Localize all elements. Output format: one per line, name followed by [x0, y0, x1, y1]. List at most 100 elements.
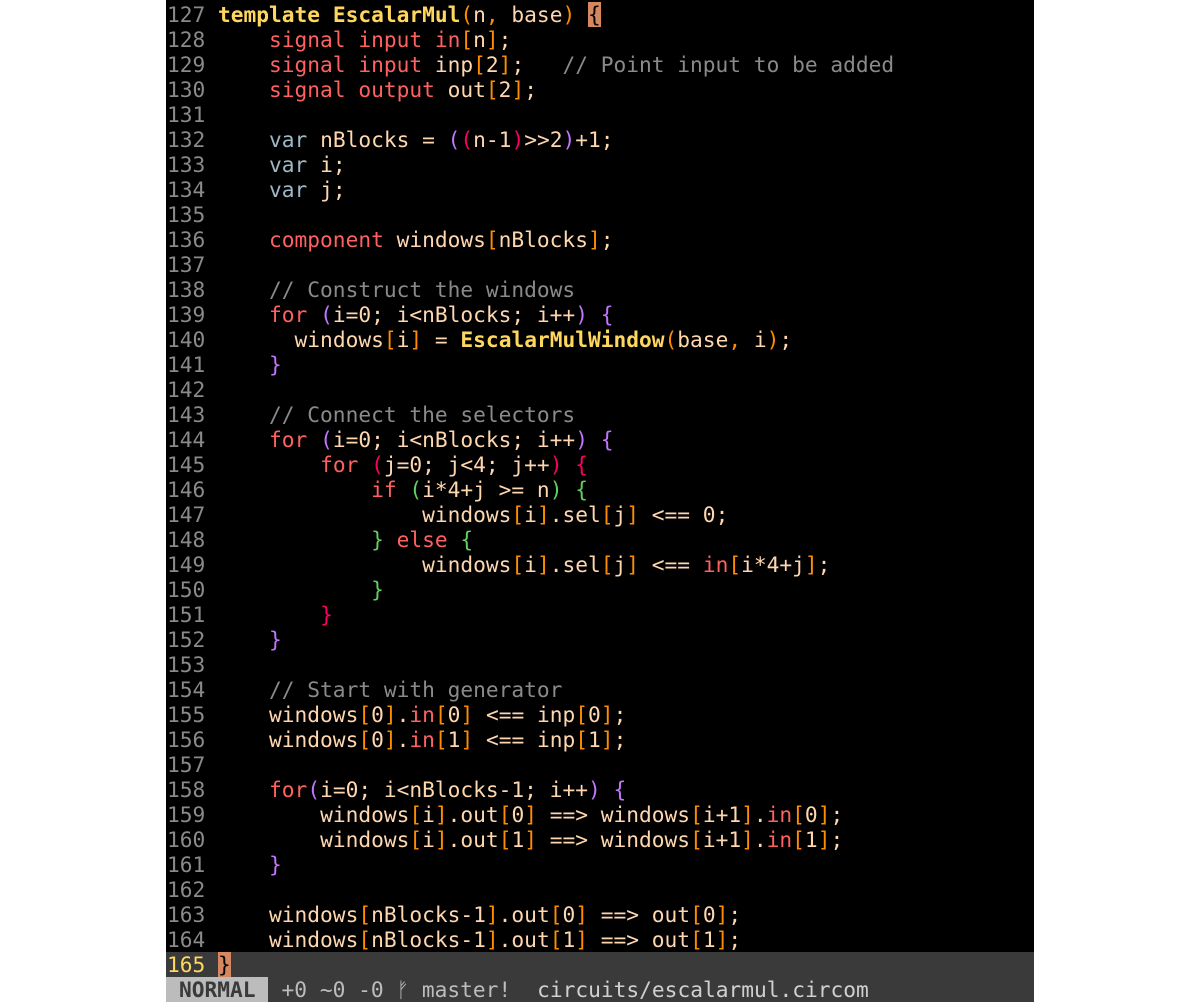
code-line[interactable]: 153	[166, 652, 1034, 677]
code-line[interactable]: 131	[166, 102, 1034, 127]
code-text: var nBlocks = ((n-1)>>2)+1;	[218, 127, 614, 152]
code-token: var	[269, 152, 321, 177]
code-line[interactable]: 162	[166, 877, 1034, 902]
code-line[interactable]: 132 var nBlocks = ((n-1)>>2)+1;	[166, 127, 1034, 152]
code-token: ;	[830, 802, 844, 827]
code-line[interactable]: 151 }	[166, 602, 1034, 627]
code-token: ]	[536, 552, 550, 577]
code-text: for (i=0; i<nBlocks; i++) {	[218, 302, 613, 327]
code-line[interactable]: 128 signal input in[n];	[166, 27, 1034, 52]
code-line[interactable]: 164 windows[nBlocks-1].out[1] ==> out[1]…	[166, 927, 1034, 952]
code-line[interactable]: 146 if (i*4+j >= n) {	[166, 477, 1034, 502]
code-token: )	[575, 427, 588, 452]
code-text: component windows[nBlocks];	[218, 227, 613, 252]
code-token: ;	[600, 227, 614, 252]
code-line[interactable]: 143 // Connect the selectors	[166, 402, 1034, 427]
code-token: [	[473, 52, 486, 77]
code-token: [	[485, 227, 499, 252]
code-token: }	[320, 602, 333, 627]
code-line[interactable]: 147 windows[i].sel[j] <== 0;	[166, 502, 1034, 527]
code-token: [	[549, 927, 563, 952]
code-token: n-1	[473, 127, 512, 152]
code-line[interactable]: 145 for (j=0; j<4; j++) {	[166, 452, 1034, 477]
code-line[interactable]: 158 for(i=0; i<nBlocks-1; i++) {	[166, 777, 1034, 802]
code-token: windows	[320, 827, 410, 852]
code-line[interactable]: 165}	[166, 952, 1034, 977]
code-token: for	[269, 302, 321, 327]
code-line[interactable]: 138 // Construct the windows	[166, 277, 1034, 302]
line-number: 127	[167, 2, 206, 27]
code-line[interactable]: 140 windows[i] = EscalarMulWindow(base, …	[166, 327, 1034, 352]
code-text: for (i=0; i<nBlocks; i++) {	[218, 427, 613, 452]
code-line[interactable]: 136 component windows[nBlocks];	[166, 227, 1034, 252]
code-line[interactable]: 135	[166, 202, 1034, 227]
code-line[interactable]: 157	[166, 752, 1034, 777]
code-line[interactable]: 139 for (i=0; i<nBlocks; i++) {	[166, 302, 1034, 327]
code-line[interactable]: 141 }	[166, 352, 1034, 377]
code-line[interactable]: 130 signal output out[2];	[166, 77, 1034, 102]
code-token: .out	[447, 827, 499, 852]
code-token: 0	[702, 902, 716, 927]
code-line[interactable]: 160 windows[i].out[1] ==> windows[i+1].i…	[166, 827, 1034, 852]
code-token: [	[690, 927, 703, 952]
code-token: (	[460, 127, 474, 152]
code-line[interactable]: 144 for (i=0; i<nBlocks; i++) {	[166, 427, 1034, 452]
code-line[interactable]: 134 var j;	[166, 177, 1034, 202]
line-number: 145	[167, 452, 206, 477]
code-line[interactable]: 148 } else {	[166, 527, 1034, 552]
code-line[interactable]: 152 }	[166, 627, 1034, 652]
code-line[interactable]: 142	[166, 377, 1034, 402]
code-text: // Start with generator	[218, 677, 562, 702]
code-line[interactable]: 127 template EscalarMul(n, base) {	[166, 2, 1034, 27]
code-text: }	[218, 852, 282, 877]
code-token: i+1	[702, 802, 742, 827]
code-token: for	[269, 427, 321, 452]
line-number: 134	[167, 177, 206, 202]
code-token: ]	[434, 827, 448, 852]
code-token: [	[511, 552, 525, 577]
code-line[interactable]: 129 signal input inp[2]; // Point input …	[166, 52, 1034, 77]
code-line[interactable]: 133 var i;	[166, 152, 1034, 177]
code-line[interactable]: 150 }	[166, 577, 1034, 602]
code-line[interactable]: 156 windows[0].in[1] <== inp[1];	[166, 727, 1034, 752]
code-text: }	[218, 602, 333, 627]
code-line[interactable]: 154 // Start with generator	[166, 677, 1034, 702]
code-token: [	[409, 802, 423, 827]
code-token: <== 0;	[639, 502, 729, 527]
code-token: windows	[269, 927, 359, 952]
code-token: ]	[434, 802, 448, 827]
code-token: 0	[371, 702, 384, 727]
code-token: 1	[511, 827, 525, 852]
code-line[interactable]: 137	[166, 252, 1034, 277]
code-line[interactable]: 159 windows[i].out[0] ==> windows[i+1].i…	[166, 802, 1034, 827]
code-line[interactable]: 155 windows[0].in[0] <== inp[0];	[166, 702, 1034, 727]
code-token: ]	[485, 927, 499, 952]
code-line[interactable]: 161 }	[166, 852, 1034, 877]
code-editor[interactable]: 127 template EscalarMul(n, base) {128 sig…	[166, 0, 1034, 1002]
code-token: [	[358, 702, 372, 727]
code-token: i*4+j >= n	[422, 477, 550, 502]
code-token: ]	[600, 727, 614, 752]
code-token: ]	[536, 502, 550, 527]
code-line[interactable]: 163 windows[nBlocks-1].out[0] ==> out[0]…	[166, 902, 1034, 927]
code-token: windows	[422, 502, 512, 527]
code-token: [	[358, 927, 372, 952]
line-number: 164	[167, 927, 206, 952]
code-token: ]	[383, 702, 397, 727]
code-token: 0	[588, 702, 601, 727]
code-token: +1;	[575, 127, 614, 152]
code-token: ]	[804, 552, 818, 577]
code-line[interactable]: 149 windows[i].sel[j] <== in[i*4+j];	[166, 552, 1034, 577]
code-token: [	[690, 902, 703, 927]
code-token: ==> out	[588, 927, 691, 952]
code-token: ]	[741, 827, 754, 852]
code-token: in	[702, 552, 729, 577]
code-token: 1	[447, 727, 461, 752]
code-token: out	[447, 77, 486, 102]
